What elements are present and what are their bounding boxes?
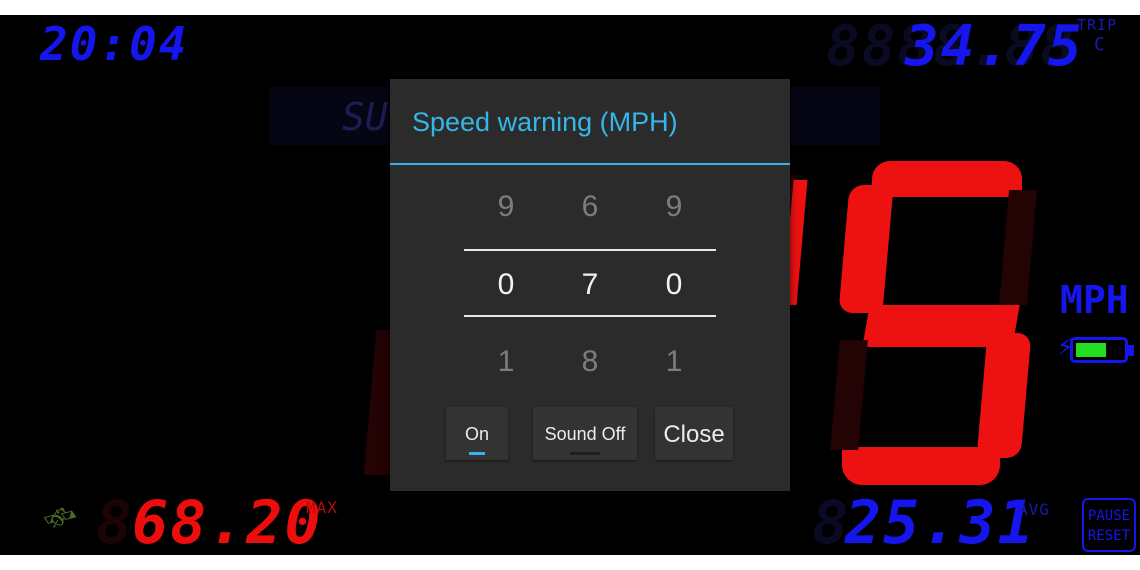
status-strip-ghost-text: SU [342,95,388,139]
picker-selection-top-line [464,249,716,251]
sound-toggle-label: Sound Off [544,424,626,444]
max-speed-label: MAX [306,498,338,517]
picker-digit-2-above[interactable]: 6 [560,190,620,224]
speed-warning-dialog: Speed warning (MPH) 9 6 9 0 7 0 1 8 1 On… [390,79,790,491]
speed-seg-top [872,161,1022,197]
picker-digit-3-above[interactable]: 9 [644,190,704,224]
speed-unit-label: MPH [1060,278,1129,322]
close-button[interactable]: Close [655,407,733,460]
picker-selection-bottom-line [464,315,716,317]
on-indicator [469,452,485,455]
dialog-divider [390,163,790,165]
max-speed-display: 68.20 [132,488,323,555]
picker-digit-1-above[interactable]: 9 [476,190,536,224]
battery-fill [1076,343,1106,357]
reset-label: RESET [1087,528,1131,544]
satellite-icon: 🛰 [38,496,83,540]
max-speed-ghost: 8 [96,488,135,555]
speed-seg-bottom [842,447,1000,485]
charging-bolt-icon: ⚡ [1057,333,1074,361]
speed-seg-bottom-right [976,333,1032,458]
on-toggle-button[interactable]: On [446,407,508,460]
picker-digit-1-selected[interactable]: 0 [476,268,536,302]
battery-icon [1070,337,1128,363]
avg-speed-label: AVG [1018,500,1050,519]
trip-distance-display: 34.75 [905,15,1084,79]
avg-speed-display: 25.31 [845,488,1036,555]
picker-digit-2-selected[interactable]: 7 [560,268,620,302]
sound-indicator [570,452,600,455]
speedometer-screen: 20:04 8888.88 34.75 TRIP C SU MPH ⚡ 🛰 8 … [0,15,1140,555]
picker-digit-2-below[interactable]: 8 [560,345,620,379]
dialog-title: Speed warning (MPH) [412,107,678,137]
clock-display: 20:04 [40,17,189,71]
pause-reset-button[interactable]: PAUSE RESET [1082,498,1136,552]
picker-digit-3-selected[interactable]: 0 [644,268,704,302]
trip-label: TRIP [1077,16,1118,34]
close-label: Close [663,421,725,448]
pause-label: PAUSE [1087,508,1131,524]
sound-toggle-button[interactable]: Sound Off [533,407,637,460]
on-toggle-label: On [464,424,489,444]
battery-cap-icon [1128,345,1134,356]
speed-seg-top-left [838,185,894,313]
trip-unit-label: C [1094,34,1106,55]
picker-digit-1-below[interactable]: 1 [476,345,536,379]
picker-digit-3-below[interactable]: 1 [644,345,704,379]
